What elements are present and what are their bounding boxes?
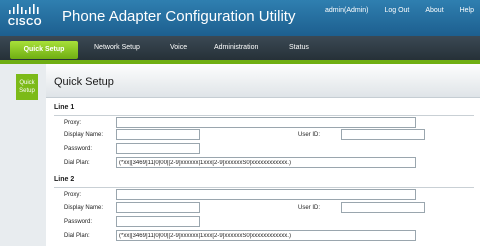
line2-proxy-label: Proxy: — [64, 192, 82, 198]
logout-link[interactable]: Log Out — [384, 7, 409, 14]
sidebar-item-quick-setup[interactable]: Quick Setup — [16, 74, 38, 100]
line1-password-input[interactable] — [116, 143, 200, 154]
line2-user-id-input[interactable] — [341, 202, 425, 213]
user-link[interactable]: admin(Admin) — [325, 7, 369, 14]
line2-dial-plan-label: Dial Plan: — [64, 233, 90, 239]
line1-dial-plan-input[interactable] — [116, 157, 416, 168]
tab-quick-setup[interactable]: Quick Setup — [10, 41, 78, 59]
line1-user-id-label: User ID: — [298, 132, 321, 138]
cisco-logo: CISCO — [6, 4, 44, 32]
tab-administration[interactable]: Administration — [214, 44, 258, 51]
header-bar: CISCO Phone Adapter Configuration Utilit… — [0, 0, 480, 36]
sidebar: Quick Setup — [0, 64, 46, 246]
line2-display-name-input[interactable] — [116, 202, 200, 213]
line1-proxy-input[interactable] — [116, 117, 416, 128]
tab-network-setup[interactable]: Network Setup — [94, 44, 140, 51]
app-title: Phone Adapter Configuration Utility — [62, 8, 296, 25]
logo-wordmark: CISCO — [7, 17, 43, 28]
line1-display-name-label: Display Name: — [64, 132, 104, 138]
line2-proxy-input[interactable] — [116, 189, 416, 200]
line1-proxy-label: Proxy: — [64, 120, 82, 126]
main-content: Quick Setup Line 1 Proxy: Display Name: … — [46, 64, 480, 246]
line2-password-input[interactable] — [116, 216, 200, 227]
cisco-bars-icon — [9, 4, 39, 14]
line1-header: Line 1 — [54, 104, 474, 116]
line2-password-label: Password: — [64, 219, 93, 225]
line2-display-name-label: Display Name: — [64, 205, 104, 211]
tab-status[interactable]: Status — [289, 44, 309, 51]
line1-display-name-input[interactable] — [116, 129, 200, 140]
line2-user-id-label: User ID: — [298, 205, 321, 211]
line1-dial-plan-label: Dial Plan: — [64, 160, 90, 166]
tab-voice[interactable]: Voice — [170, 44, 187, 51]
page-title-bar: Quick Setup — [46, 64, 480, 98]
line2-dial-plan-input[interactable] — [116, 230, 416, 241]
line2-header: Line 2 — [54, 176, 474, 188]
help-link[interactable]: Help — [460, 7, 474, 14]
line1-password-label: Password: — [64, 146, 93, 152]
page-title: Quick Setup — [54, 76, 114, 88]
top-links: admin(Admin) Log Out About Help — [325, 7, 474, 14]
line1-user-id-input[interactable] — [341, 129, 425, 140]
about-link[interactable]: About — [425, 7, 443, 14]
